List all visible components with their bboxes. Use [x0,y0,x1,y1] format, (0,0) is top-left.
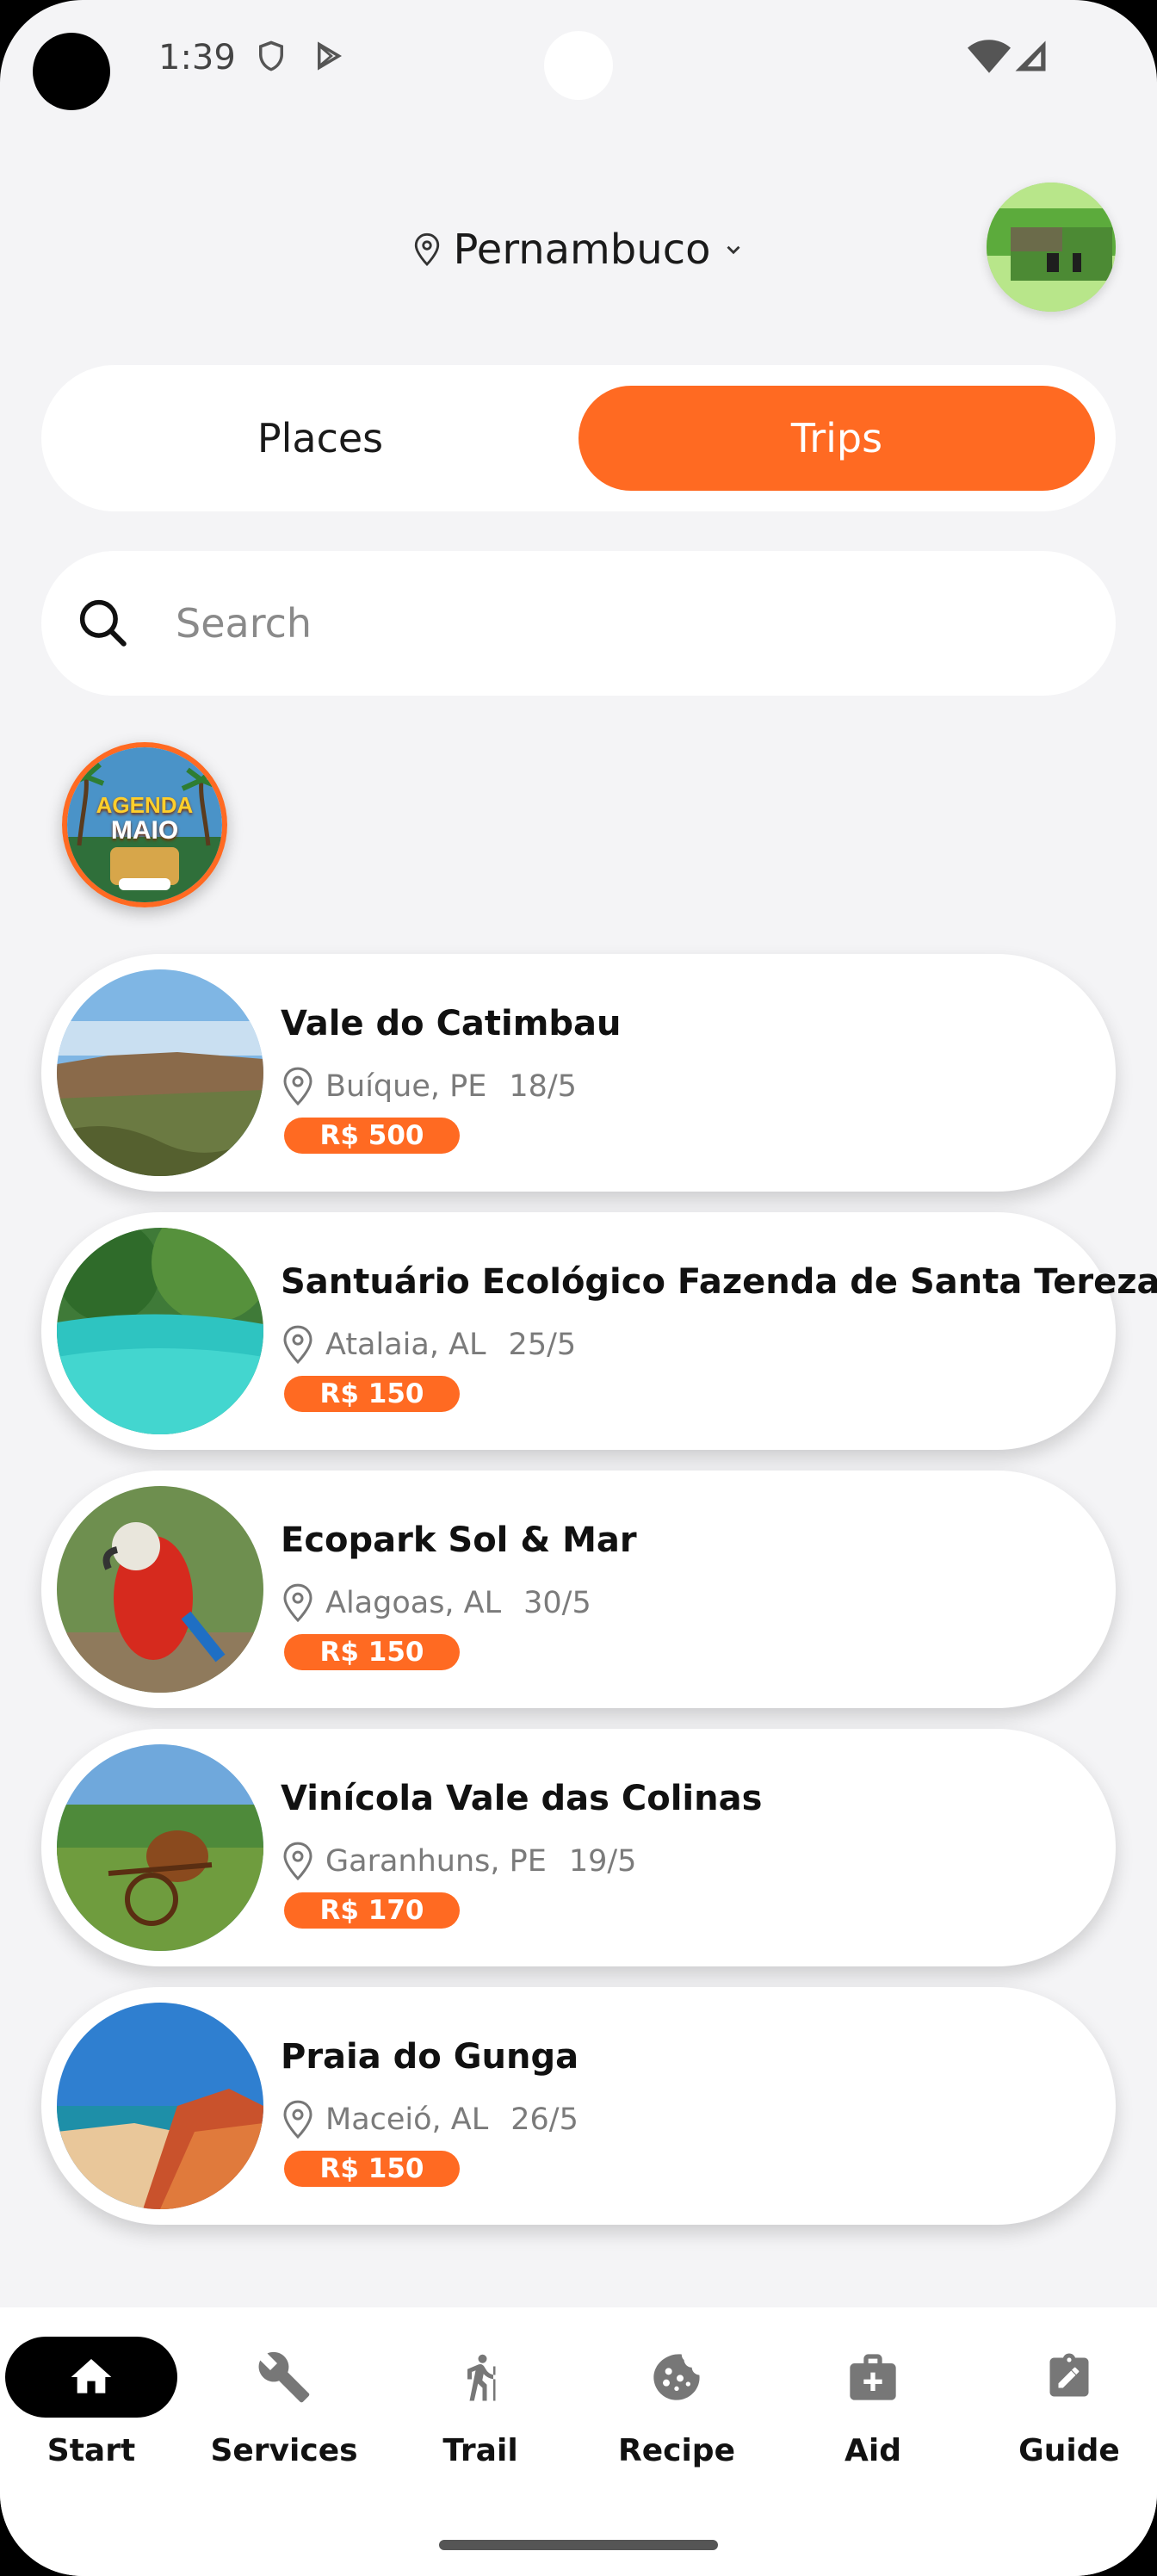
location-pin-icon [283,1067,312,1106]
trip-image [57,2003,263,2209]
story-label-line1: AGENDA [96,792,194,818]
nav-aid[interactable]: Aid [787,2337,959,2500]
trip-card[interactable]: Ecopark Sol & Mar Alagoas, AL 30/5 R$ 15… [41,1471,1116,1708]
trip-image [57,1486,263,1693]
hiker-icon [394,2337,566,2418]
cookie-icon [591,2337,763,2418]
trip-image [57,1228,263,1434]
trip-title: Ecopark Sol & Mar [281,1520,637,1560]
avatar-image [987,183,1116,312]
search-icon [79,599,127,647]
trip-title: Vinícola Vale das Colinas [281,1779,763,1818]
tab-switcher: Places Trips [41,365,1116,511]
wrench-icon [198,2337,370,2418]
trip-meta: Alagoas, AL 30/5 [281,1581,591,1625]
story-label-line2: MAIO [110,816,179,845]
wifi-icon [968,40,1011,73]
nav-start[interactable]: Start [5,2337,177,2500]
location-pin-icon [283,1583,312,1623]
shield-icon [259,40,283,71]
location-pin-icon [283,1325,312,1365]
status-bar: 1:39 [0,0,1157,121]
nav-recipe[interactable]: Recipe [591,2337,763,2500]
edit-note-icon [983,2337,1155,2418]
tab-trips[interactable]: Trips [578,386,1095,491]
avatar[interactable] [987,183,1116,312]
nav-label: Trail [442,2433,518,2468]
price-badge: R$ 150 [284,1376,460,1412]
story-agenda-maio[interactable]: AGENDA MAIO [62,742,227,907]
first-aid-icon [787,2337,959,2418]
trip-image [57,969,263,1176]
trip-image [57,1744,263,1951]
trip-card[interactable]: Santuário Ecológico Fazenda de Santa Ter… [41,1212,1157,1450]
trip-location: Alagoas, AL [325,1586,502,1620]
bottom-navigation: Start Services Trail Recipe Aid Guide [0,2307,1157,2576]
gesture-home-bar[interactable] [439,2540,718,2550]
nav-services[interactable]: Services [198,2337,370,2500]
nav-trail[interactable]: Trail [394,2337,566,2500]
search-bar[interactable] [41,551,1116,696]
nav-guide[interactable]: Guide [983,2337,1155,2500]
price-badge: R$ 500 [284,1118,460,1154]
home-icon [5,2337,177,2418]
chevron-down-icon [727,245,740,255]
front-camera [544,31,613,100]
trip-date: 26/5 [510,2102,578,2137]
trip-meta: Maceió, AL 26/5 [281,2097,578,2142]
nav-label: Recipe [617,2433,735,2468]
trip-location: Garanhuns, PE [325,1844,547,1879]
trip-location: Buíque, PE [325,1069,487,1104]
trip-date: 19/5 [568,1844,637,1879]
trip-meta: Buíque, PE 18/5 [281,1064,577,1109]
location-selector[interactable]: Pernambuco [0,215,1157,284]
tab-places[interactable]: Places [62,386,578,491]
play-store-icon [318,41,342,71]
trip-card[interactable]: Praia do Gunga Maceió, AL 26/5 R$ 150 [41,1987,1116,2225]
trip-title: Vale do Catimbau [281,1004,622,1043]
camera-dot [33,33,110,110]
phone-screen: 1:39 Pernambuco Places Trips Search AGEN… [0,0,1157,2576]
location-pin-icon [283,1842,312,1881]
trip-date: 18/5 [509,1069,577,1104]
search-input[interactable] [176,585,1036,661]
story-label: AGENDA MAIO [67,792,222,844]
nav-label: Guide [1018,2433,1120,2468]
location-pin-icon [283,2100,312,2139]
nav-label: Start [46,2433,136,2468]
trip-date: 30/5 [523,1586,591,1620]
trip-title: Praia do Gunga [281,2037,579,2077]
price-badge: R$ 150 [284,2151,460,2187]
price-badge: R$ 170 [284,1892,460,1929]
trip-card[interactable]: Vale do Catimbau Buíque, PE 18/5 R$ 500 [41,954,1116,1192]
status-time: 1:39 [158,38,236,77]
location-pin-icon [414,232,439,267]
nav-label: Services [210,2433,358,2468]
price-badge: R$ 150 [284,1634,460,1670]
cell-signal-icon [1015,40,1046,71]
trip-meta: Garanhuns, PE 19/5 [281,1839,636,1884]
trip-location: Maceió, AL [325,2102,489,2137]
location-label: Pernambuco [453,226,711,274]
trip-location: Atalaia, AL [325,1328,486,1362]
nav-label: Aid [845,2433,901,2468]
trip-title: Santuário Ecológico Fazenda de Santa Ter… [281,1262,1157,1302]
trip-meta: Atalaia, AL 25/5 [281,1322,576,1367]
trip-date: 25/5 [508,1328,577,1362]
trip-card[interactable]: Vinícola Vale das Colinas Garanhuns, PE … [41,1729,1116,1966]
